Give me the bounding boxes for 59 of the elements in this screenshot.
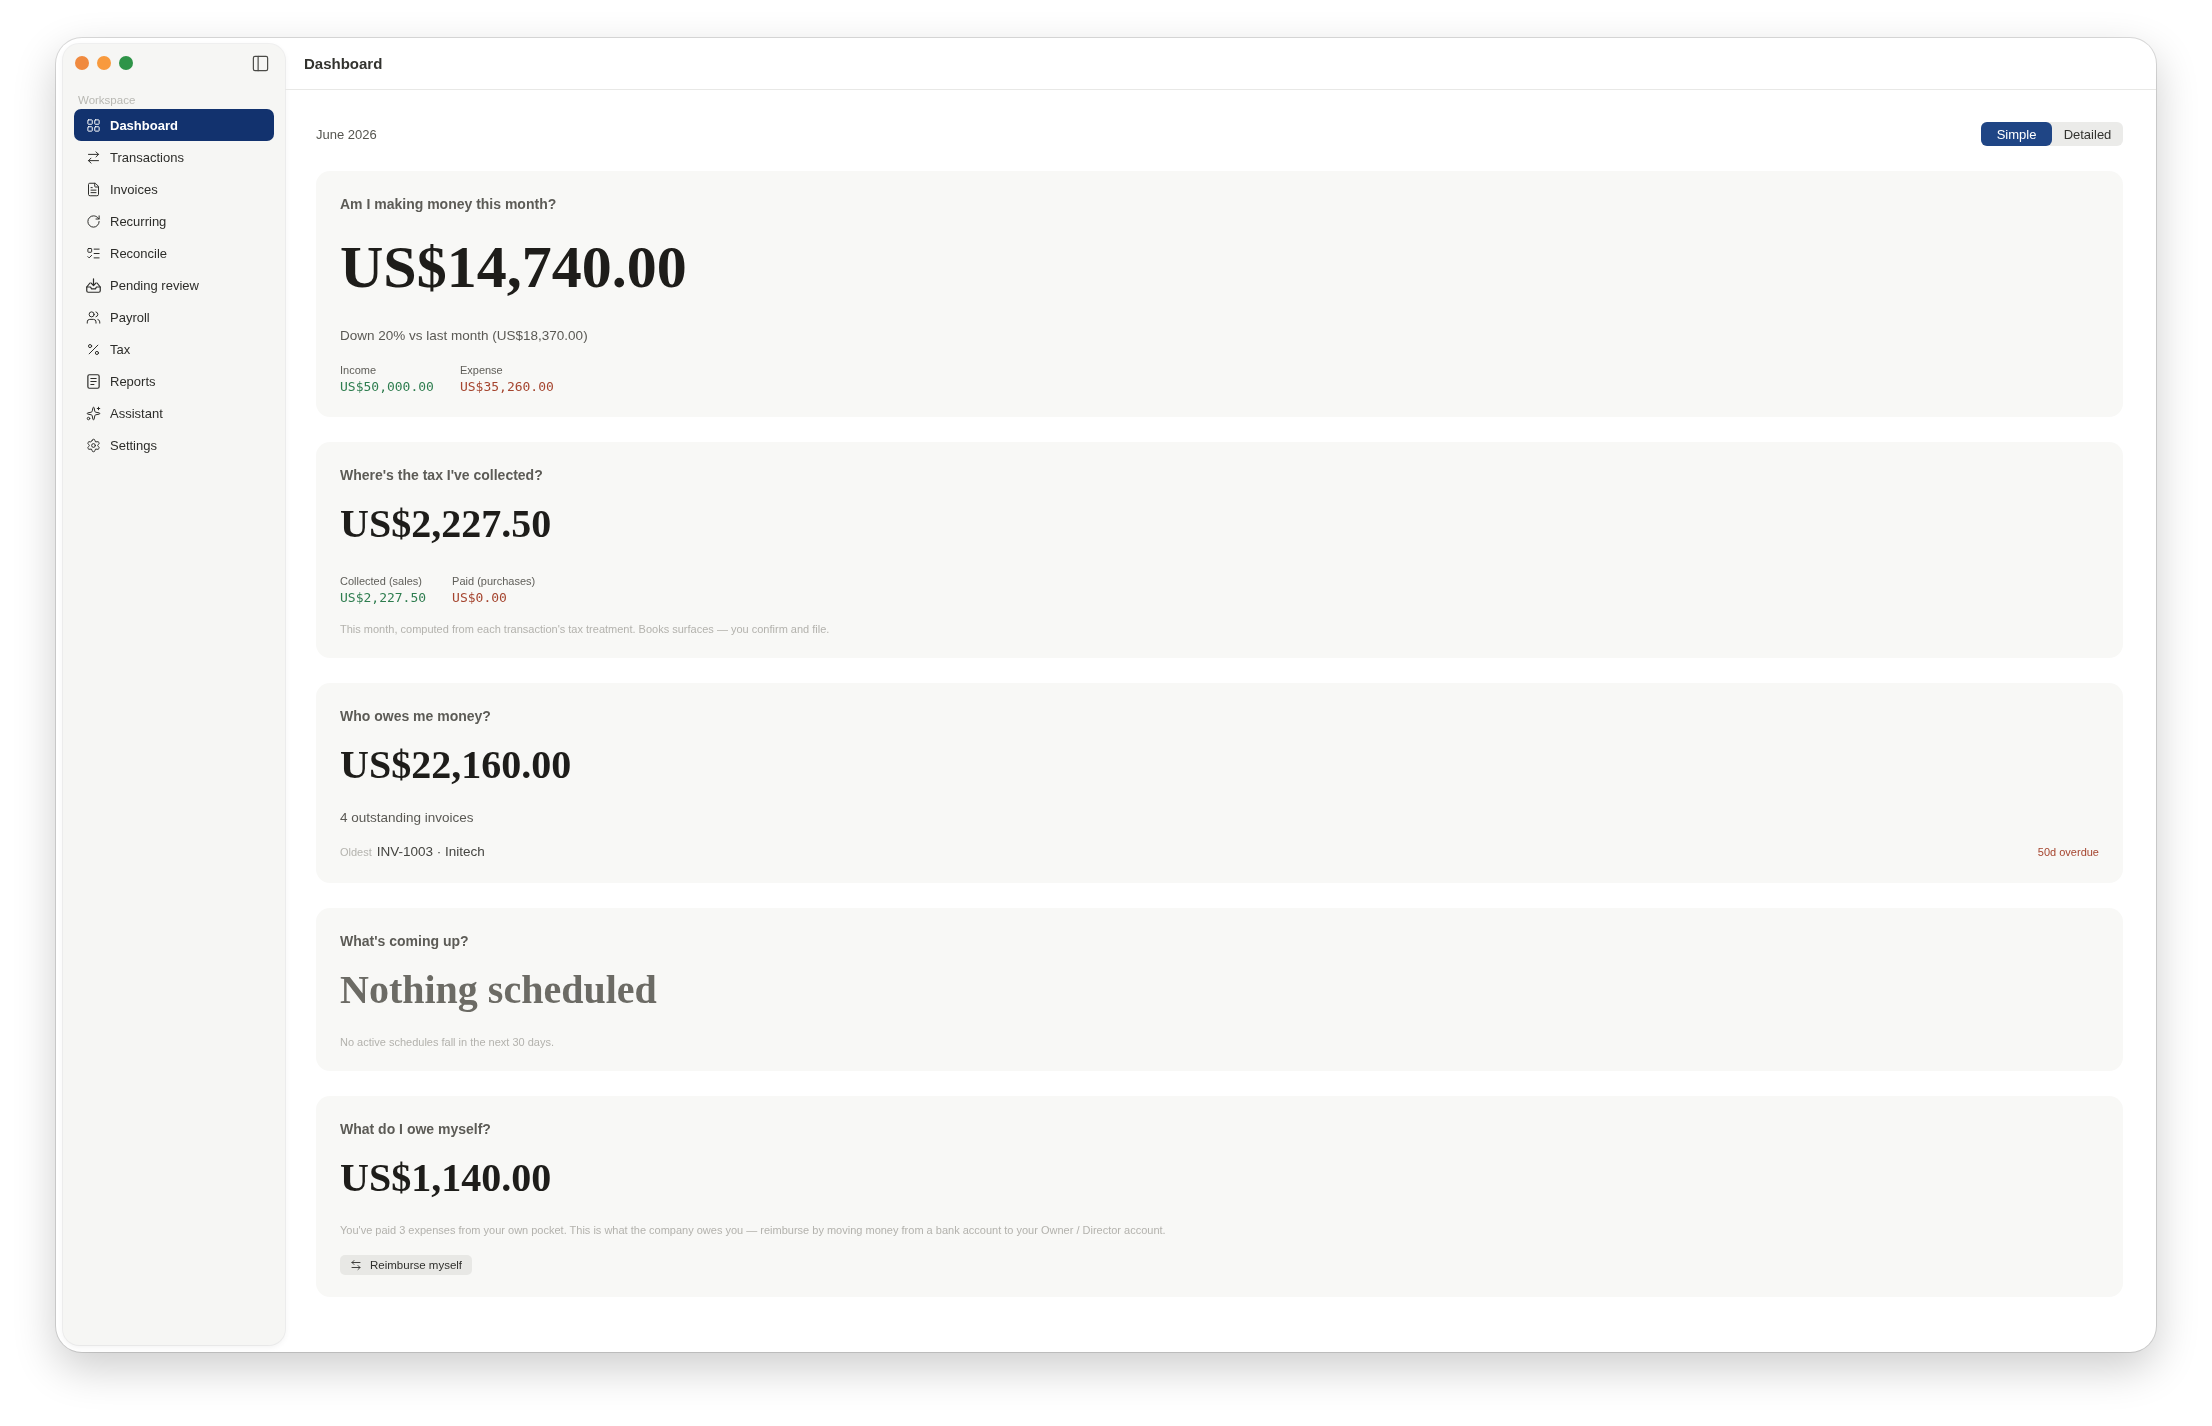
oldest-label: Oldest: [340, 845, 372, 860]
card-question: What do I owe myself?: [340, 1120, 492, 1138]
notepad-icon: [86, 373, 101, 389]
invoice-reference: INV-1003 · Initech: [376, 843, 485, 861]
card-footnote: You've paid 3 expenses from your own pocket. This is what the company owes you — reimburse by moving money from a bank account to your Owner / Director account.: [340, 1223, 1167, 1237]
period-label: June 2026: [316, 126, 377, 142]
view-mode-tab[interactable]: Simple: [1981, 122, 2052, 146]
window-minimize-button[interactable]: [97, 56, 111, 70]
swap-arrows-icon: [350, 1259, 362, 1271]
overdue-status: 50d overdue: [2037, 845, 2099, 860]
settings-icon: [86, 437, 101, 453]
card-question: Am I making money this month?: [340, 195, 558, 213]
card-amount: US$14,740.00: [340, 237, 688, 297]
figure-label: Paid (purchases): [452, 574, 536, 588]
figure-value: US$0.00: [452, 590, 508, 606]
sidebar-item[interactable]: Tax: [74, 333, 274, 365]
sidebar-item[interactable]: Pending review: [74, 269, 274, 301]
sidebar-item[interactable]: Payroll: [74, 301, 274, 333]
view-mode-tab[interactable]: Detailed: [2052, 122, 2123, 146]
card-amount: US$22,160.00: [340, 745, 573, 785]
reimburse-button[interactable]: Reimburse myself: [340, 1255, 473, 1275]
card-footnote: No active schedules fall in the next 30 days.: [340, 1035, 555, 1049]
card-amount: Nothing scheduled: [340, 970, 658, 1010]
sidebar-item[interactable]: Reconcile: [74, 237, 274, 269]
card-amount: US$1,140.00: [340, 1158, 553, 1198]
sidebar-item[interactable]: Assistant: [74, 397, 274, 429]
people-icon: [86, 309, 101, 325]
card-note: 4 outstanding invoices: [340, 809, 475, 827]
figure-value: US$2,227.50: [340, 590, 427, 606]
figure-label: Collected (sales): [340, 574, 423, 588]
window-zoom-button[interactable]: [119, 56, 133, 70]
figure-label: Expense: [459, 363, 504, 377]
document-icon: [86, 181, 101, 197]
percent-icon: [86, 341, 101, 357]
sidebar-item[interactable]: Transactions: [74, 141, 274, 173]
sidebar-item[interactable]: Dashboard: [74, 109, 274, 141]
section-label: Workspace: [77, 93, 137, 107]
figure-value: US$50,000.00: [340, 379, 434, 395]
card-question: What's coming up?: [340, 932, 470, 950]
circular-arrow-icon: [86, 213, 101, 229]
sidebar-toggle-icon[interactable]: [251, 53, 270, 73]
tray-arrow-icon: [86, 277, 101, 293]
card-amount: US$2,227.50: [340, 504, 553, 544]
card-note: Down 20% vs last month (US$18,370.00): [340, 327, 589, 345]
grid-icon: [86, 117, 101, 133]
window-close-button[interactable]: [75, 56, 89, 70]
card-footnote: This month, computed from each transaction's tax treatment. Books surfaces — you confirm and file.: [340, 622, 831, 636]
sparkle-icon: [86, 405, 101, 421]
sidebar-item[interactable]: Invoices: [74, 173, 274, 205]
swap-arrows-icon: [86, 149, 101, 165]
sidebar-item[interactable]: Settings: [74, 429, 274, 461]
sidebar-item[interactable]: Recurring: [74, 205, 274, 237]
figure-label: Income: [340, 363, 378, 377]
card-question: Where's the tax I've collected?: [340, 466, 544, 484]
page-title: Dashboard: [304, 55, 383, 72]
figure-value: US$35,260.00: [459, 379, 554, 395]
sidebar-item[interactable]: Reports: [74, 365, 274, 397]
card-question: Who owes me money?: [340, 707, 492, 725]
checklist-icon: [86, 245, 101, 261]
